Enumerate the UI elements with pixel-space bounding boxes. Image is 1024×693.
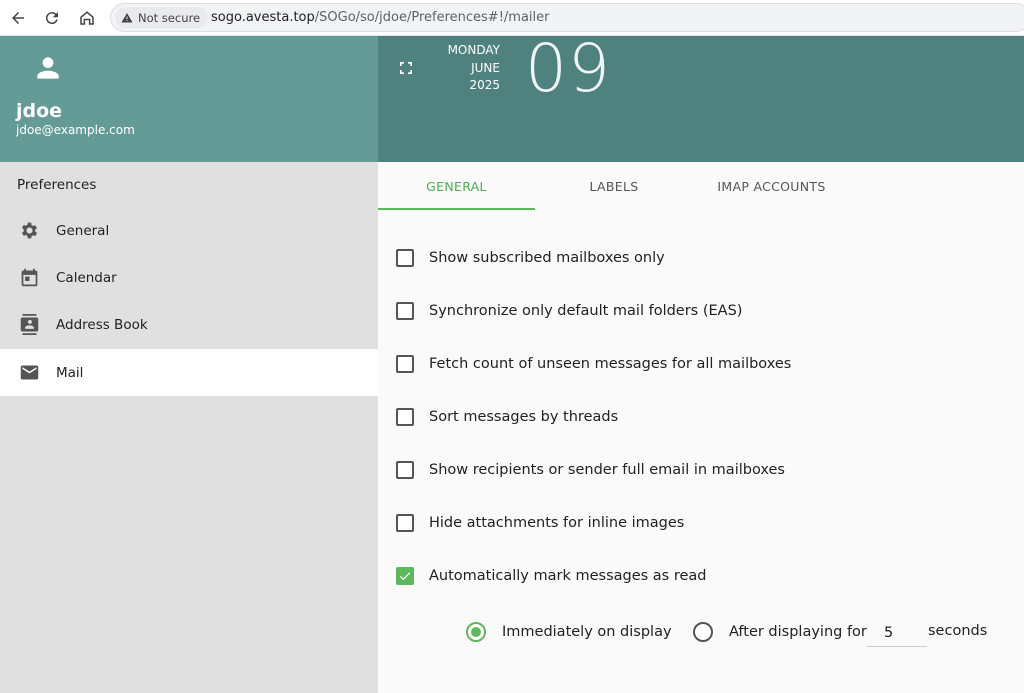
checkbox[interactable]	[396, 408, 414, 426]
mail-icon	[18, 362, 40, 384]
sidebar-item-label: Mail	[56, 364, 84, 381]
option-label: Sort messages by threads	[429, 409, 619, 425]
seconds-input[interactable]	[867, 619, 927, 647]
user-header: jdoe jdoe@example.com	[0, 36, 378, 162]
checkbox-checked[interactable]	[396, 567, 414, 585]
back-arrow-icon	[12, 12, 24, 24]
option-label: Show subscribed mailboxes only	[429, 250, 665, 266]
sidebar-item-address-book[interactable]: Address Book	[0, 301, 378, 348]
user-email: jdoe@example.com	[16, 123, 135, 137]
option-label: Hide attachments for inline images	[429, 515, 685, 531]
checkbox[interactable]	[396, 514, 414, 532]
user-avatar-icon[interactable]	[32, 52, 64, 84]
tab-imap-accounts[interactable]: IMAP ACCOUNTS	[693, 162, 850, 210]
date-header: MONDAY JUNE 2025 09	[378, 30, 1024, 162]
home-button[interactable]	[77, 8, 97, 28]
checkbox[interactable]	[396, 302, 414, 320]
seconds-label: seconds	[928, 623, 988, 639]
month: JUNE	[471, 60, 500, 75]
tab-labels[interactable]: LABELS	[535, 162, 693, 210]
sidebar-item-label: Address Book	[56, 316, 148, 333]
sidebar-item-general[interactable]: General	[0, 207, 378, 254]
browser-toolbar: Not secure sogo.avesta.top/SOGo/so/jdoe/…	[0, 0, 1024, 36]
option-auto-mark-read[interactable]: Automatically mark messages as read	[396, 567, 707, 585]
year: 2025	[469, 78, 500, 92]
radio-after-delay[interactable]: After displaying for	[693, 622, 867, 642]
user-name: jdoe	[16, 100, 63, 122]
tab-general[interactable]: GENERAL	[378, 162, 535, 210]
checkbox[interactable]	[396, 249, 414, 267]
home-icon	[80, 11, 94, 25]
fullscreen-icon[interactable]	[398, 60, 414, 76]
calendar-icon	[18, 267, 40, 289]
option-fetch-unseen-count[interactable]: Fetch count of unseen messages for all m…	[396, 355, 791, 373]
address-book-icon	[18, 314, 40, 336]
radio-button-selected[interactable]	[466, 622, 486, 642]
gear-icon	[18, 220, 40, 242]
checkbox[interactable]	[396, 355, 414, 373]
sidebar-item-label: General	[56, 222, 110, 239]
address-bar[interactable]: Not secure sogo.avesta.top/SOGo/so/jdoe/…	[110, 3, 1024, 32]
sidebar-item-calendar[interactable]: Calendar	[0, 254, 378, 301]
sidebar-item-mail[interactable]: Mail	[0, 349, 378, 396]
checkmark-icon	[399, 572, 411, 581]
url-host: sogo.avesta.top	[211, 10, 315, 25]
checkbox[interactable]	[396, 461, 414, 479]
option-sync-default-folders[interactable]: Synchronize only default mail folders (E…	[396, 302, 742, 320]
warning-icon	[121, 12, 133, 22]
day-number: 09	[525, 30, 611, 107]
radio-label: After displaying for	[729, 624, 867, 640]
option-label: Fetch count of unseen messages for all m…	[429, 356, 792, 372]
back-button[interactable]	[8, 8, 28, 28]
option-subscribed-only[interactable]: Show subscribed mailboxes only	[396, 249, 665, 267]
preferences-sidebar: Preferences General Calendar Address Boo…	[0, 162, 378, 693]
radio-button[interactable]	[693, 622, 713, 642]
security-label: Not secure	[138, 10, 201, 25]
option-hide-inline-attachments[interactable]: Hide attachments for inline images	[396, 514, 684, 532]
preferences-tabs: GENERAL LABELS IMAP ACCOUNTS	[378, 162, 1024, 210]
sidebar-title: Preferences	[17, 177, 97, 193]
security-chip[interactable]: Not secure	[115, 7, 209, 28]
radio-label: Immediately on display	[502, 624, 672, 640]
weekday: MONDAY	[447, 43, 500, 57]
option-label: Synchronize only default mail folders (E…	[429, 303, 743, 319]
radio-immediately[interactable]: Immediately on display	[466, 622, 672, 642]
reload-icon	[45, 12, 58, 25]
mail-preferences-panel: Show subscribed mailboxes only Synchroni…	[378, 210, 1024, 693]
sidebar-item-label: Calendar	[56, 269, 117, 286]
option-label: Automatically mark messages as read	[429, 568, 707, 584]
reload-button[interactable]	[42, 8, 62, 28]
option-show-full-email[interactable]: Show recipients or sender full email in …	[396, 461, 785, 479]
date-text: MONDAY JUNE 2025	[438, 42, 500, 95]
url-path: /SOGo/so/jdoe/Preferences#!/mailer	[314, 10, 550, 25]
url-text: sogo.avesta.top/SOGo/so/jdoe/Preferences…	[211, 10, 549, 25]
option-label: Show recipients or sender full email in …	[429, 462, 785, 478]
option-sort-threads[interactable]: Sort messages by threads	[396, 408, 618, 426]
